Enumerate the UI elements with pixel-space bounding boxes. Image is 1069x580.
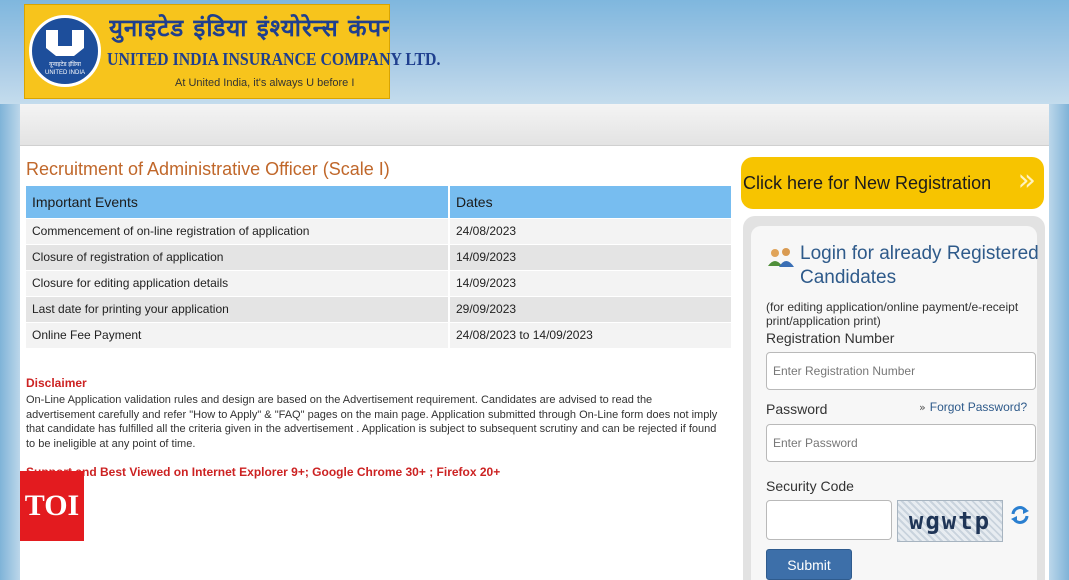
event-cell: Commencement of on-line registration of …	[26, 217, 450, 244]
date-cell: 24/08/2023 to 14/09/2023	[449, 321, 733, 348]
page-title: Recruitment of Administrative Officer (S…	[26, 159, 390, 179]
security-code-input[interactable]	[766, 500, 892, 540]
new-registration-button[interactable]: Click here for New Registration »	[741, 157, 1044, 209]
logo-u-mark-icon	[46, 30, 84, 56]
company-name-hindi: युनाइटेड इंडिया इंश्योरेन्स कंपनी लिमिटे…	[109, 14, 389, 42]
company-tagline: At United India, it's always U before I	[175, 77, 355, 89]
table-row: Closure for editing application details …	[26, 269, 733, 296]
company-logo: यूनाइटेड इंडिया UNITED INDIA	[29, 15, 101, 87]
login-panel-inner: Login for already Registered Candidates …	[751, 226, 1039, 580]
important-events-table: Important Events Dates Commencement of o…	[26, 186, 733, 348]
column-header-events: Important Events	[26, 186, 450, 218]
event-cell: Online Fee Payment	[26, 321, 450, 348]
users-icon	[768, 248, 794, 267]
table-row: Closure of registration of application 1…	[26, 243, 733, 270]
table-row: Last date for printing your application …	[26, 295, 733, 322]
date-cell: 29/09/2023	[449, 295, 733, 322]
disclaimer-heading: Disclaimer	[26, 376, 87, 390]
disclaimer-text: On-Line Application validation rules and…	[26, 394, 718, 450]
event-cell: Closure for editing application details	[26, 269, 450, 296]
column-header-dates: Dates	[449, 186, 733, 218]
date-cell: 24/08/2023	[449, 217, 733, 244]
password-label: Password	[766, 401, 828, 417]
browser-support-note: Support and Best Viewed on Internet Expl…	[26, 465, 501, 479]
security-code-label: Security Code	[766, 478, 854, 494]
company-name-english: UNITED INDIA INSURANCE COMPANY LTD.	[107, 49, 441, 69]
company-banner: यूनाइटेड इंडिया UNITED INDIA युनाइटेड इं…	[24, 4, 440, 99]
event-cell: Last date for printing your application	[26, 295, 450, 322]
login-panel: Login for already Registered Candidates …	[743, 216, 1045, 580]
date-cell: 14/09/2023	[449, 269, 733, 296]
table-row: Online Fee Payment 24/08/2023 to 14/09/2…	[26, 321, 733, 348]
login-title: Login for already Registered Candidates	[800, 243, 1039, 288]
captcha-image: wgwtp	[897, 500, 1003, 542]
table-row: Commencement of on-line registration of …	[26, 217, 733, 244]
registration-number-label: Registration Number	[766, 330, 895, 346]
login-note: (for editing application/online payment/…	[766, 300, 1019, 328]
registration-number-input[interactable]	[766, 352, 1036, 390]
submit-button[interactable]: Submit	[766, 549, 852, 580]
date-cell: 14/09/2023	[449, 243, 733, 270]
double-chevron-right-icon: »	[1017, 163, 1036, 198]
password-input[interactable]	[766, 424, 1036, 462]
nav-bar	[20, 104, 1049, 146]
forgot-password-label: Forgot Password?	[929, 400, 1028, 414]
refresh-icon[interactable]	[1009, 504, 1031, 526]
event-cell: Closure of registration of application	[26, 243, 450, 270]
logo-seal-hindi: यूनाइटेड इंडिया	[49, 62, 81, 68]
double-chevron-right-icon: »	[919, 401, 926, 414]
toi-watermark-logo: TOI	[20, 471, 84, 541]
table-header-row: Important Events Dates	[26, 186, 733, 218]
logo-seal-english: UNITED INDIA	[44, 70, 85, 76]
forgot-password-link[interactable]: » Forgot Password?	[919, 400, 1027, 414]
new-registration-label: Click here for New Registration	[743, 172, 992, 193]
